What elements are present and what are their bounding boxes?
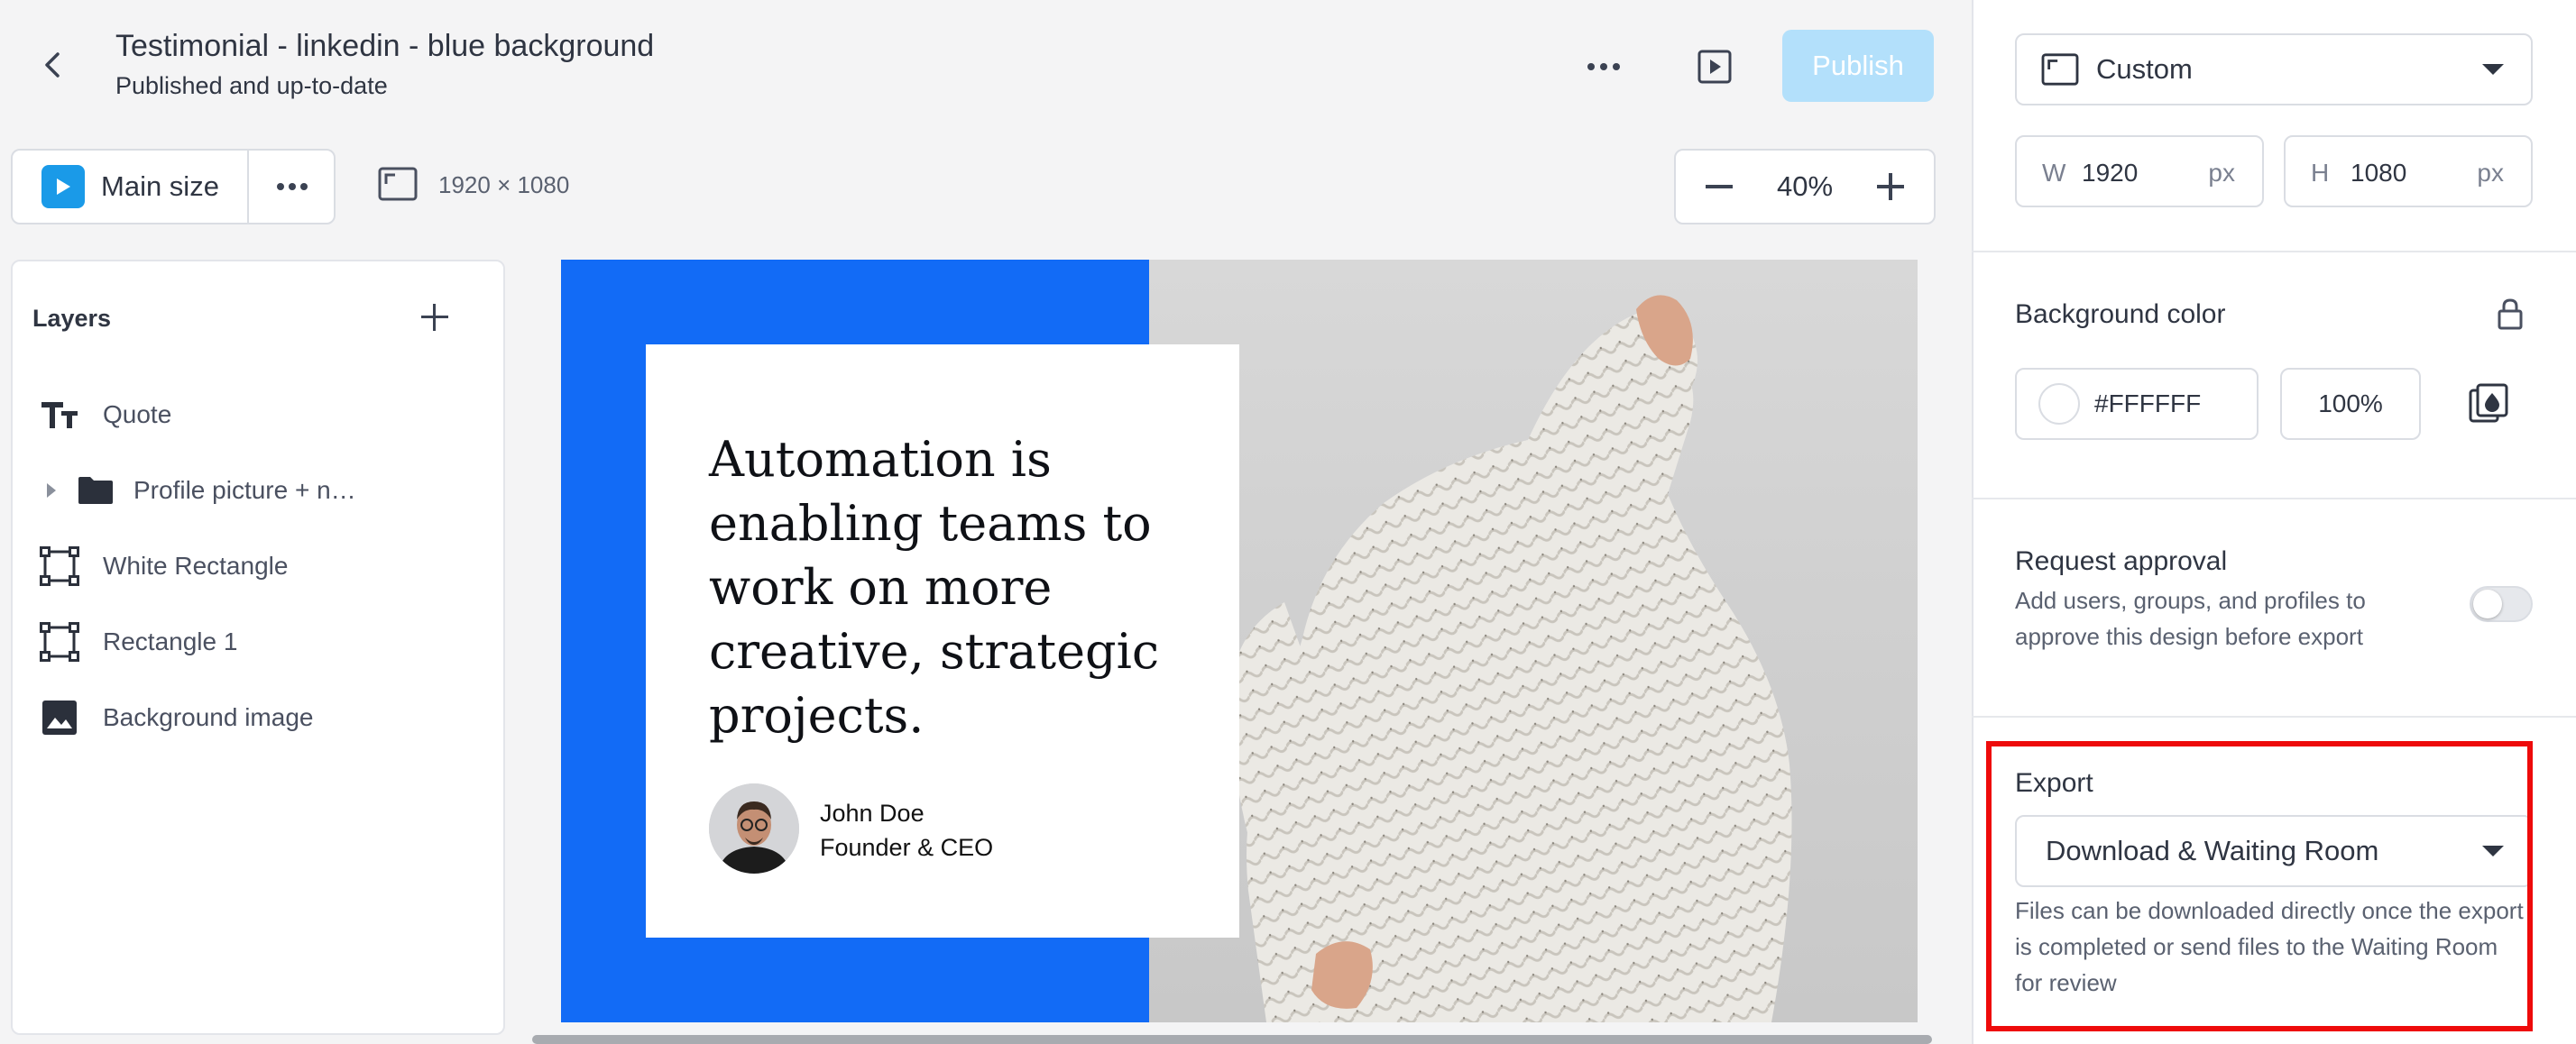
lock-icon[interactable] (2497, 298, 2524, 330)
zoom-out-button[interactable] (1676, 151, 1762, 223)
zoom-level[interactable]: 40% (1762, 170, 1847, 203)
background-color-input[interactable]: #FFFFFF (2015, 368, 2259, 440)
size-preset-value: Custom (2096, 53, 2193, 85)
text-icon (32, 386, 87, 444)
layer-label: White Rectangle (103, 552, 289, 580)
divider (1972, 716, 2576, 718)
layer-item-background-image[interactable]: Background image (32, 689, 483, 746)
divider (1972, 498, 2576, 499)
more-horizontal-icon (1587, 63, 1620, 70)
plus-icon (1877, 173, 1904, 200)
export-highlight-box (1986, 741, 2533, 1031)
layer-item-rectangle-1[interactable]: Rectangle 1 (32, 613, 483, 671)
minus-icon (1706, 185, 1733, 188)
height-value: 1080 (2351, 159, 2407, 187)
author-role[interactable]: Founder & CEO (820, 834, 993, 862)
layer-item-profile-group[interactable]: Profile picture + n… (45, 462, 496, 519)
author-name[interactable]: John Doe (820, 800, 925, 828)
avatar[interactable] (709, 783, 799, 874)
design-canvas[interactable]: Automation is enabling teams to work on … (561, 260, 1918, 1022)
width-unit: px (2208, 159, 2235, 187)
background-color-title: Background color (2015, 299, 2226, 329)
color-hex: #FFFFFF (2094, 389, 2202, 417)
size-preset-select[interactable]: Custom (2015, 33, 2533, 105)
back-button[interactable] (27, 40, 78, 90)
play-square-icon (1697, 50, 1732, 84)
height-unit: px (2477, 159, 2504, 187)
layer-label: Rectangle 1 (103, 627, 238, 655)
layer-label: Quote (103, 400, 172, 428)
background-image[interactable] (1149, 260, 1918, 1022)
canvas-dimensions: 1920 × 1080 (438, 171, 570, 198)
plus-icon (421, 304, 448, 331)
color-library-icon[interactable] (2468, 382, 2509, 424)
publish-button[interactable]: Publish (1782, 30, 1934, 102)
color-swatch[interactable] (2038, 383, 2080, 425)
zoom-in-button[interactable] (1847, 151, 1934, 223)
resize-icon (2041, 53, 2079, 86)
background-opacity-input[interactable]: 100% (2280, 368, 2421, 440)
height-label: H (2311, 159, 2330, 187)
resize-icon (378, 167, 418, 201)
document-title[interactable]: Testimonial - linkedin - blue background (115, 29, 654, 64)
frame-icon (32, 537, 87, 595)
chevron-down-icon (2482, 64, 2504, 75)
layers-title: Layers (32, 305, 112, 332)
width-label: W (2042, 159, 2066, 187)
sweater-person-illustration (1228, 295, 1792, 1022)
request-approval-description: Add users, groups, and profiles to appro… (2015, 587, 2366, 650)
request-approval-toggle[interactable] (2470, 586, 2533, 622)
folder-icon (76, 462, 115, 519)
zoom-control: 40% (1674, 149, 1936, 224)
size-label: Main size (101, 170, 219, 202)
width-value: 1920 (2082, 159, 2139, 187)
toggle-knob (2473, 590, 2502, 618)
layer-item-white-rectangle[interactable]: White Rectangle (32, 537, 483, 595)
white-rectangle[interactable]: Automation is enabling teams to work on … (646, 344, 1239, 938)
expand-arrow-icon[interactable] (45, 481, 58, 499)
size-options-button[interactable] (249, 151, 336, 223)
add-layer-button[interactable] (411, 294, 458, 341)
width-input[interactable]: W 1920 px (2015, 135, 2264, 207)
horizontal-scrollbar[interactable] (532, 1035, 1932, 1044)
chevron-left-icon (45, 52, 60, 78)
layer-item-quote[interactable]: Quote (32, 386, 483, 444)
document-status: Published and up-to-date (115, 72, 388, 99)
more-horizontal-icon (277, 183, 308, 190)
layer-label: Profile picture + n… (133, 476, 356, 504)
layer-label: Background image (103, 703, 314, 731)
more-options-button[interactable] (1577, 41, 1631, 92)
frame-icon (32, 613, 87, 671)
preview-button[interactable] (1688, 43, 1741, 90)
image-icon (32, 689, 87, 746)
height-input[interactable]: H 1080 px (2284, 135, 2533, 207)
size-selector[interactable]: Main size (11, 149, 336, 224)
play-icon (41, 165, 85, 208)
opacity-value: 100% (2318, 389, 2383, 417)
quote-text[interactable]: Automation is enabling teams to work on … (709, 427, 1214, 747)
request-approval-title: Request approval (2015, 546, 2228, 576)
divider (1972, 251, 2576, 252)
